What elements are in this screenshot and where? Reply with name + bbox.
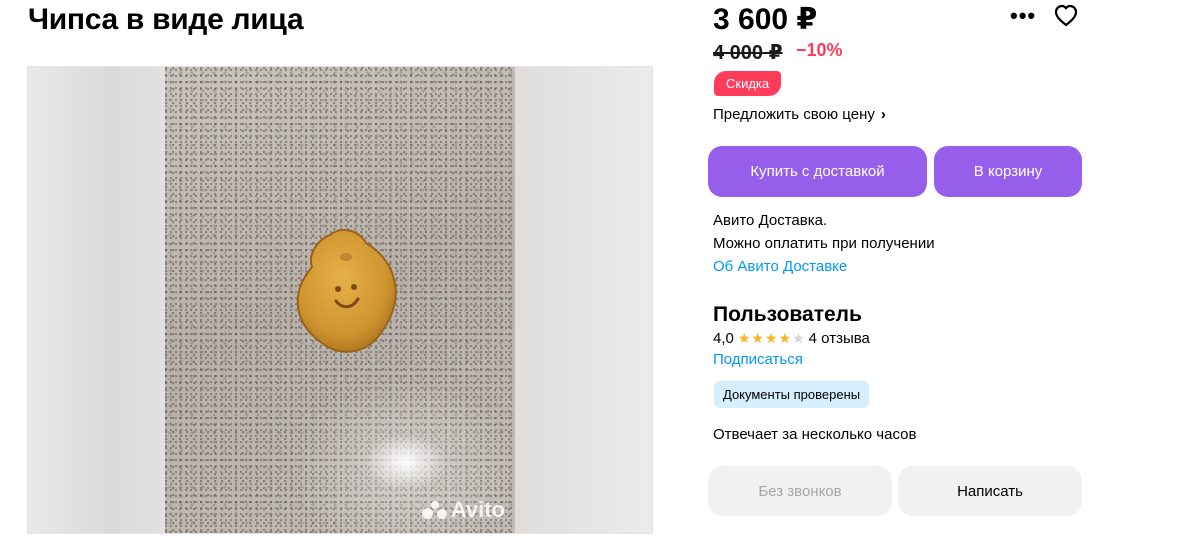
seller-rating: 4,0 ★ ★ ★ ★ ★ 4 отзыва [713,330,870,347]
delivery-line-2: Можно оплатить при получении [713,235,935,252]
chip-face-image [296,228,397,353]
star-icon: ★ [737,330,751,346]
watermark-text: Avito [450,497,505,522]
star-icon: ★ [778,330,792,346]
offer-price-label: Предложить свою цену [713,106,875,123]
old-price: 4 000 ₽ [713,42,783,64]
offer-price-link[interactable]: Предложить свою цену › [713,106,886,123]
star-icon: ★ [764,330,778,346]
rating-value: 4,0 [713,330,734,347]
no-calls-button: Без звонков [708,466,892,516]
chevron-right-icon: › [880,106,886,123]
more-dots-icon[interactable]: ••• [1010,5,1036,27]
photo-gallery[interactable]: Avito [27,66,653,534]
delivery-line-1: Авито Доставка. [713,212,828,229]
response-time: Отвечает за несколько часов [713,426,917,443]
subscribe-link[interactable]: Подписаться [713,351,803,368]
reviews-link[interactable]: 4 отзыва [809,330,870,347]
star-empty-icon: ★ [792,330,805,346]
gallery-blur-right [515,67,652,533]
delivery-info: Авито Доставка. Можно оплатить при получ… [713,209,935,278]
top-actions: ••• [1010,4,1078,28]
avito-watermark: Avito [421,497,505,523]
add-to-cart-button[interactable]: В корзину [934,146,1082,197]
star-icon: ★ [751,330,764,346]
current-price: 3 600 ₽ [713,3,818,36]
documents-verified-badge: Документы проверены [714,381,870,408]
product-photo[interactable]: Avito [165,67,517,533]
heart-icon[interactable] [1054,4,1078,28]
sale-badge: Скидка [714,71,782,96]
buy-with-delivery-button[interactable]: Купить с доставкой [708,146,927,197]
write-message-button[interactable]: Написать [898,466,1082,516]
seller-name[interactable]: Пользователь [713,303,862,327]
rating-stars: ★ ★ ★ ★ ★ [738,330,805,347]
discount-percent: −10% [796,40,843,60]
delivery-info-link[interactable]: Об Авито Доставке [713,255,935,278]
gallery-blur-left [28,67,165,533]
page-title: Чипса в виде лица [28,3,304,36]
avito-logo-icon [421,499,448,521]
